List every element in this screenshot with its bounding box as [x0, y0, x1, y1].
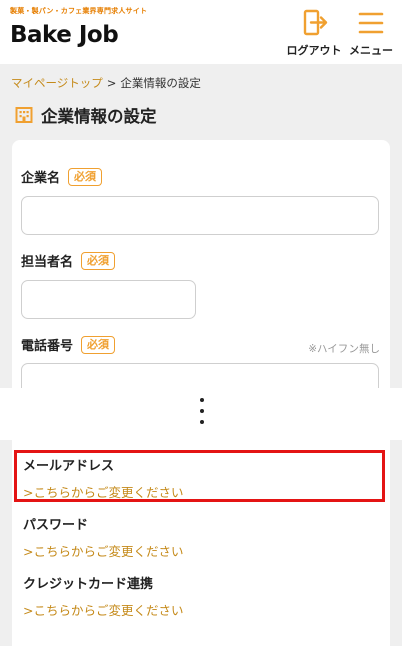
breadcrumb: マイページトップ > 企業情報の設定: [11, 75, 201, 91]
phone-label-text: 電話番号: [21, 339, 74, 354]
breadcrumb-home-link[interactable]: マイページトップ: [11, 76, 103, 90]
site-tagline: 製菓・製パン・カフェ業界専門求人サイト: [10, 7, 148, 15]
breadcrumb-current: 企業情報の設定: [120, 76, 201, 90]
company-name-label-text: 企業名: [21, 171, 61, 186]
menu-label: メニュー: [349, 44, 393, 57]
menu-button[interactable]: メニュー: [343, 8, 399, 58]
site-logo[interactable]: Bake Job: [10, 22, 119, 48]
breadcrumb-separator: >: [106, 76, 117, 90]
password-change-link[interactable]: >こちらからご変更ください: [23, 541, 183, 560]
email-highlight-box: [14, 450, 385, 502]
page-header: 企業情報の設定: [15, 103, 157, 127]
contact-person-label: 担当者名 必須: [21, 251, 116, 270]
contact-person-input[interactable]: [21, 280, 196, 319]
hamburger-icon: [358, 12, 384, 34]
required-badge: 必須: [81, 251, 116, 270]
required-badge: 必須: [68, 167, 103, 186]
company-name-input[interactable]: [21, 196, 379, 235]
phone-label: 電話番号 必須: [21, 335, 116, 354]
logout-icon: [303, 9, 328, 36]
building-icon: [15, 107, 33, 123]
required-badge: 必須: [81, 335, 116, 354]
header: 製菓・製パン・カフェ業界専門求人サイト Bake Job ログアウト メニュー: [0, 0, 402, 64]
company-name-label: 企業名 必須: [21, 167, 103, 186]
contact-person-label-text: 担当者名: [21, 255, 74, 270]
phone-hyphen-note: ※ハイフン無し: [308, 343, 380, 355]
logout-button[interactable]: ログアウト: [286, 8, 342, 58]
credit-card-label: クレジットカード連携: [23, 577, 154, 592]
vertical-ellipsis-icon: [199, 398, 205, 431]
password-label: パスワード: [23, 518, 89, 533]
page-title: 企業情報の設定: [41, 107, 157, 126]
logout-label: ログアウト: [286, 44, 342, 57]
credit-card-change-link[interactable]: >こちらからご変更ください: [23, 600, 183, 619]
